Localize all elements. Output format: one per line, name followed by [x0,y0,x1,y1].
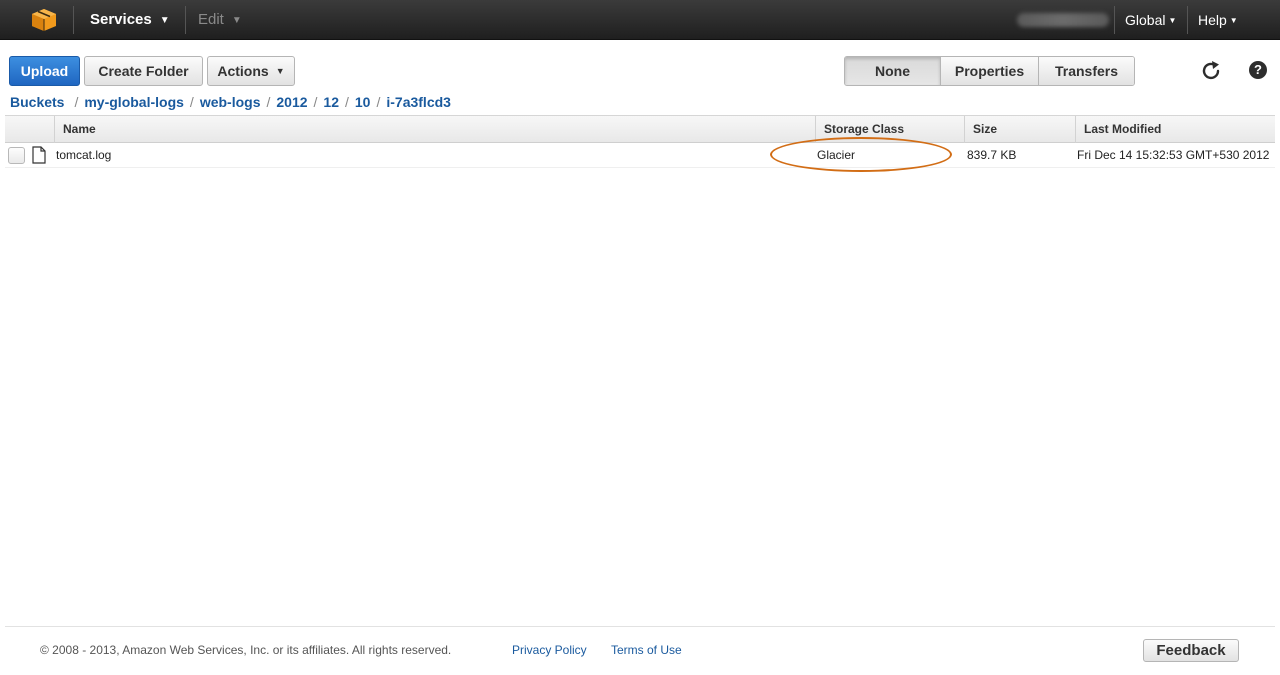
account-name-redacted[interactable] [1017,13,1109,27]
breadcrumb-separator: / [74,94,79,110]
region-menu[interactable]: Global ▼ [1125,0,1176,40]
view-properties-button[interactable]: Properties [941,57,1039,85]
chevron-down-icon: ▼ [231,15,242,26]
upload-button[interactable]: Upload [9,56,80,86]
feedback-button[interactable]: Feedback [1143,639,1239,662]
last-modified-value: Fri Dec 14 15:32:53 GMT+530 2012 [1077,148,1270,162]
help-label: Help [1198,12,1227,28]
storage-class-highlight-annotation [770,137,952,172]
nav-divider [73,6,74,34]
footer-divider [5,626,1275,627]
breadcrumb-separator: / [189,94,194,110]
nav-divider [185,6,186,34]
help-menu[interactable]: Help ▼ [1198,0,1238,40]
help-icon[interactable]: ? [1249,61,1267,79]
top-nav: Services ▼ Edit ▼ Global ▼ Help ▼ [0,0,1280,40]
view-none-button[interactable]: None [845,57,941,85]
chevron-down-icon: ▼ [275,66,285,76]
object-table: Name Storage Class Size Last Modified to… [5,115,1275,168]
table-header: Name Storage Class Size Last Modified [5,115,1275,143]
actions-button[interactable]: Actions ▼ [207,56,295,86]
table-row[interactable]: tomcat.log Glacier 839.7 KB Fri Dec 14 1… [5,143,1275,168]
breadcrumb-folder[interactable]: 2012 [276,94,307,110]
file-name[interactable]: tomcat.log [56,143,111,168]
chevron-down-icon: ▼ [1168,16,1177,25]
region-label: Global [1125,12,1166,28]
footer-copyright: © 2008 - 2013, Amazon Web Services, Inc.… [40,643,452,657]
breadcrumb: Buckets / my-global-logs / web-logs / 2012 / 12 /… [10,94,451,112]
breadcrumb-folder[interactable]: web-logs [200,94,261,110]
column-header-size[interactable]: Size [964,116,1075,143]
chevron-down-icon: ▼ [1229,16,1238,25]
privacy-policy-link[interactable]: Privacy Policy [512,643,587,657]
row-checkbox[interactable] [8,147,25,164]
breadcrumb-bucket[interactable]: my-global-logs [84,94,184,110]
services-menu[interactable]: Services ▼ [90,0,170,40]
terms-of-use-link[interactable]: Terms of Use [611,643,682,657]
view-transfers-button[interactable]: Transfers [1039,57,1134,85]
file-size: 839.7 KB [967,148,1017,162]
breadcrumb-folder[interactable]: 12 [323,94,339,110]
select-all-column [5,116,54,143]
column-header-name[interactable]: Name [54,116,815,143]
breadcrumb-folder[interactable]: 10 [355,94,371,110]
breadcrumb-current[interactable]: i-7a3flcd3 [386,94,451,110]
services-label: Services [90,11,152,28]
edit-label: Edit [198,11,224,28]
chevron-down-icon: ▼ [159,15,170,26]
breadcrumb-separator: / [266,94,271,110]
breadcrumb-separator: / [376,94,381,110]
breadcrumb-separator: / [313,94,318,110]
actions-label: Actions [217,63,269,79]
breadcrumb-separator: / [345,94,349,110]
nav-divider [1114,6,1115,34]
refresh-icon[interactable] [1200,60,1224,82]
column-header-last-modified[interactable]: Last Modified [1075,116,1275,143]
nav-divider [1187,6,1188,34]
breadcrumb-buckets[interactable]: Buckets [10,94,64,110]
file-icon [32,146,46,164]
aws-logo-icon[interactable] [30,8,58,32]
create-folder-button[interactable]: Create Folder [84,56,203,86]
view-toggle: None Properties Transfers [844,56,1135,86]
edit-menu[interactable]: Edit ▼ [198,0,242,40]
